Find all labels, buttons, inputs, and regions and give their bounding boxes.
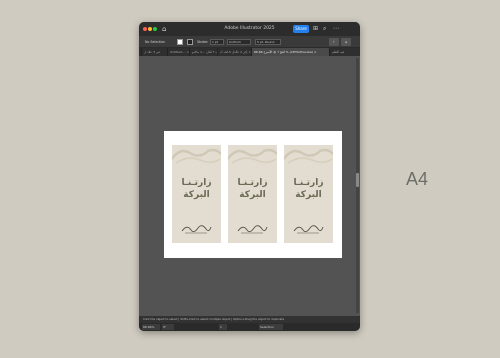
panel-menu-icon[interactable]: ≡ bbox=[341, 38, 351, 46]
calligraphy-signature bbox=[293, 225, 324, 234]
vertical-scrollbar[interactable] bbox=[356, 58, 359, 313]
card-title-line-1: زارتـنـا bbox=[181, 178, 212, 188]
stroke-weight-field[interactable]: 1 pt bbox=[210, 39, 224, 45]
zoom-field[interactable]: 66.66% bbox=[142, 324, 160, 330]
tab-document-1[interactable]: غير 3 علاد ار bbox=[141, 48, 167, 56]
status-bar: 66.66% 0° 1 Selection bbox=[139, 323, 360, 331]
card[interactable]: زارتـنـا البركة bbox=[172, 145, 221, 243]
window-arrange-icon[interactable]: ⊞ bbox=[313, 25, 318, 33]
app-title: Adobe Illustrator 2025 bbox=[224, 26, 275, 31]
hint-bar: Click the object to select | Shift+Click… bbox=[139, 316, 360, 323]
artboard[interactable]: زارتـنـا البركة زارتـنـا البركة زارتـنـا… bbox=[164, 131, 342, 258]
tool-indicator[interactable]: Selection bbox=[259, 324, 283, 330]
fill-swatch[interactable] bbox=[177, 39, 183, 45]
title-bar: ⌂ Adobe Illustrator 2025 Share ⊞ ⌕ ⋯ bbox=[139, 22, 360, 36]
tab-document-3[interactable]: اورد ٢ لعان ...× ماكدو bbox=[189, 48, 217, 56]
ramadan-decor-graphic bbox=[172, 148, 221, 164]
hint-text: Click the object to select | Shift+Click… bbox=[143, 317, 285, 321]
card-title-line-2: البركة bbox=[239, 190, 266, 200]
card-title-line-2: البركة bbox=[295, 190, 322, 200]
control-bar: No Selection Stroke: 1 pt Uniform 5 pt. … bbox=[139, 36, 360, 48]
a4-size-label: A4 bbox=[406, 169, 429, 189]
illustrator-window: ⌂ Adobe Illustrator 2025 Share ⊞ ⌕ ⋯ No … bbox=[139, 22, 360, 331]
card-title-line-1: زارتـنـا bbox=[237, 178, 268, 188]
card-title-line-1: زارتـنـا bbox=[293, 178, 324, 188]
tab-document-4[interactable]: إجر 2 عالدل 5-لجد ك × bbox=[217, 48, 251, 56]
share-button[interactable]: Share bbox=[293, 25, 309, 33]
card[interactable]: زارتـنـا البركة bbox=[284, 145, 333, 243]
canvas-area[interactable]: زارتـنـا البركة زارتـنـا البركة زارتـنـا… bbox=[139, 56, 360, 316]
stroke-label: Stroke: bbox=[197, 40, 209, 44]
tab-document-6[interactable]: فيه التعلم bbox=[329, 48, 360, 56]
selection-label: No Selection bbox=[145, 40, 166, 44]
options-icon[interactable]: ⋯ bbox=[333, 25, 339, 33]
align-icon[interactable]: ⊢ bbox=[329, 38, 339, 46]
rotation-field[interactable]: 0° bbox=[162, 324, 174, 330]
search-icon[interactable]: ⌕ bbox=[323, 25, 326, 33]
stroke-swatch[interactable] bbox=[187, 39, 193, 45]
artboard-navigator[interactable]: 1 bbox=[219, 324, 227, 330]
card-title-line-2: البركة bbox=[183, 190, 210, 200]
tab-document-active[interactable]: افتح ٦ @ الأسرح 66.66 % (CMYK/Preview) × bbox=[251, 48, 329, 56]
calligraphy-signature bbox=[237, 225, 268, 234]
ramadan-decor-graphic bbox=[228, 148, 277, 164]
stroke-profile-select[interactable]: Uniform bbox=[227, 39, 251, 45]
scrollbar-thumb[interactable] bbox=[356, 173, 359, 187]
brush-select[interactable]: 5 pt. Round bbox=[255, 39, 281, 45]
document-tabs: غير 3 علاد ار Untitled-... × اورد ٢ لعان… bbox=[139, 48, 360, 56]
tab-document-2[interactable]: Untitled-... × bbox=[167, 48, 189, 56]
card[interactable]: زارتـنـا البركة bbox=[228, 145, 277, 243]
ramadan-decor-graphic bbox=[284, 148, 333, 164]
calligraphy-signature bbox=[181, 225, 212, 234]
